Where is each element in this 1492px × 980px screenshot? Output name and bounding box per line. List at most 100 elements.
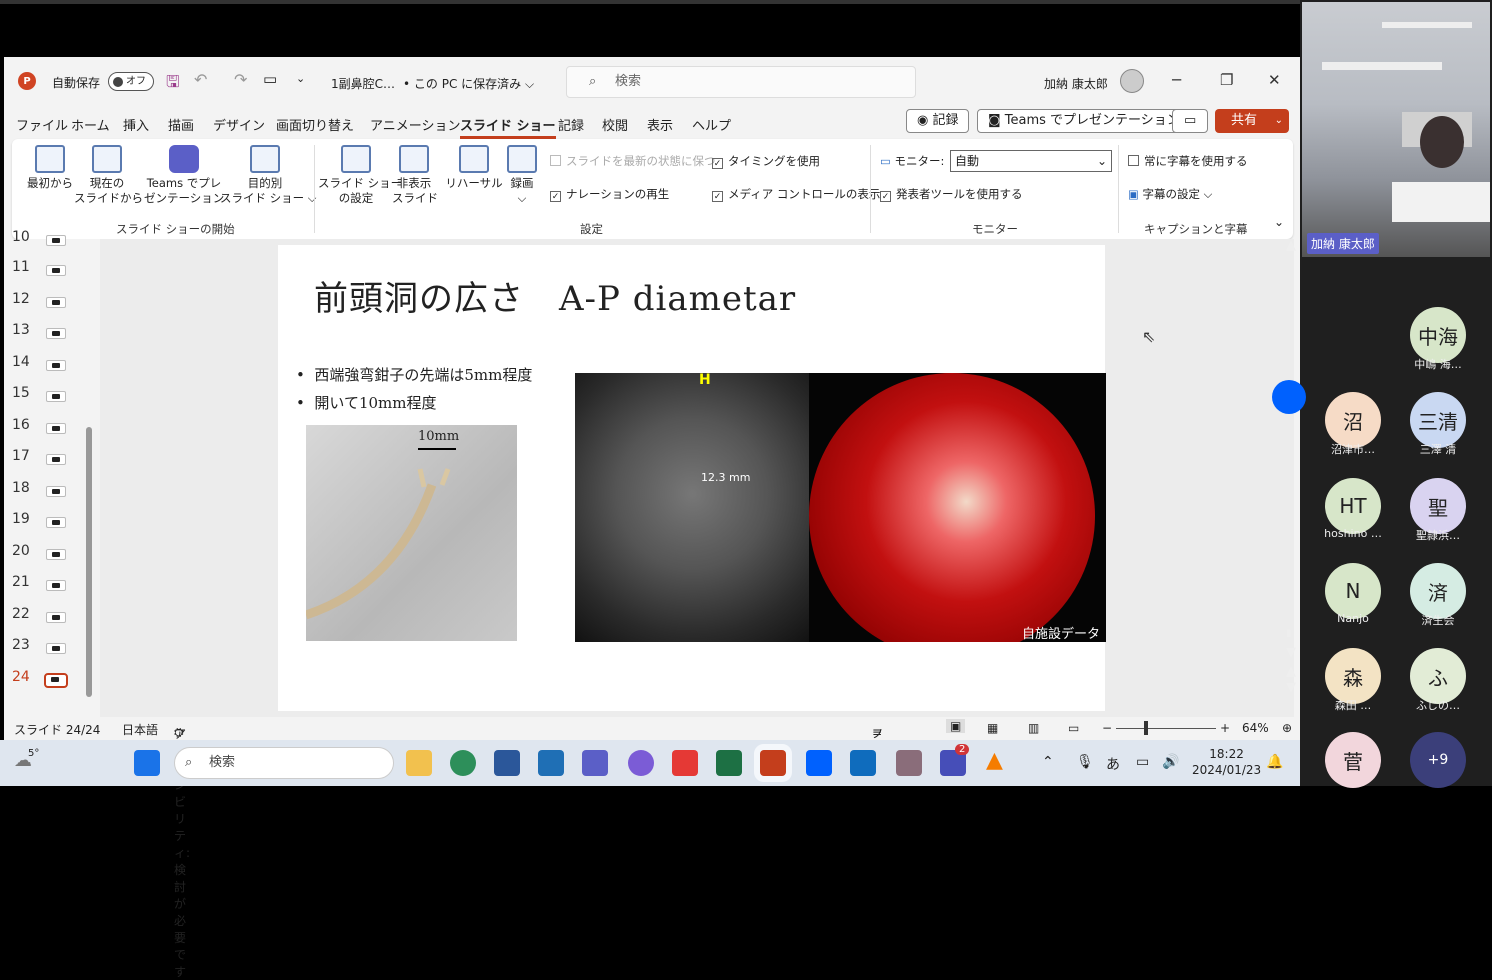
restore-icon[interactable]: ❐ — [1220, 71, 1233, 89]
show-hidden-icons-icon[interactable]: ⌃ — [1042, 754, 1054, 770]
autosave-toggle[interactable]: オフ — [108, 72, 154, 91]
thumbnail-item[interactable]: 10 — [12, 229, 92, 251]
scroll-up-icon[interactable]: ▲ — [1286, 238, 1296, 253]
custom-slideshow-button[interactable]: 目的別 スライド ショー ⌵ — [220, 139, 317, 206]
zoom-in-icon[interactable]: + — [1220, 721, 1230, 735]
thumbnail-item[interactable]: 17 — [12, 448, 92, 470]
start-icon[interactable] — [134, 750, 160, 776]
participant-avatar[interactable]: 聖 — [1410, 478, 1466, 534]
thumbnail-item[interactable]: 14 — [12, 354, 92, 376]
volume-icon[interactable]: 🔊 — [1162, 754, 1179, 770]
thumbnail-item[interactable]: 16 — [12, 417, 92, 439]
keep-slides-updated-checkbox[interactable]: スライドを最新の状態に保つ — [550, 153, 716, 169]
zoom-level[interactable]: 64% — [1242, 721, 1269, 735]
ime-indicator[interactable]: あ — [1106, 754, 1120, 774]
reading-view-icon[interactable]: ▥ — [1028, 721, 1039, 735]
always-use-subtitles-checkbox[interactable]: 常に字幕を使用する — [1128, 153, 1248, 169]
thumbnail-item[interactable]: 11 — [12, 259, 92, 281]
save-status[interactable]: • この PC に保存済み ⌵ — [403, 75, 534, 92]
comments-icon[interactable]: ▭ — [1172, 109, 1208, 133]
tab-slideshow[interactable]: スライド ショー — [460, 115, 556, 139]
tab-design[interactable]: デザイン — [213, 115, 265, 134]
tab-animations[interactable]: アニメーション — [370, 115, 460, 134]
dropbox-floating-icon[interactable] — [1272, 380, 1306, 414]
thumbnail-item[interactable]: 15 — [12, 385, 92, 407]
microphone-icon[interactable]: 🎙 — [1076, 754, 1094, 770]
tab-transitions[interactable]: 画面切り替え — [276, 115, 354, 134]
user-avatar[interactable] — [1120, 69, 1144, 93]
subtitle-settings-button[interactable]: ▣ 字幕の設定 ⌵ — [1128, 186, 1212, 202]
close-icon[interactable]: ✕ — [1268, 71, 1281, 89]
tab-insert[interactable]: 挿入 — [123, 115, 149, 134]
vlc-icon[interactable]: ▲ — [986, 748, 1003, 773]
participant-avatar[interactable]: HT — [1325, 478, 1381, 534]
store-icon[interactable] — [538, 750, 564, 776]
thumbnail-item[interactable]: 22 — [12, 606, 92, 628]
monitor-select[interactable]: 自動 ⌄ — [950, 150, 1112, 172]
participant-avatar[interactable]: 沼 — [1325, 392, 1381, 448]
hide-slide-button[interactable]: 非表示 スライド — [392, 139, 438, 206]
zoom-slider[interactable] — [1116, 728, 1216, 729]
participant-avatar[interactable]: ふ — [1410, 648, 1466, 704]
forceps-photo[interactable]: 10mm — [306, 425, 517, 641]
redo-icon[interactable]: ↷ — [234, 70, 247, 89]
participant-avatar[interactable]: 森 — [1325, 648, 1381, 704]
thumbnail-item[interactable]: 20 — [12, 543, 92, 565]
mail-icon[interactable] — [672, 750, 698, 776]
taskbar-search[interactable]: ⌕ 検索 — [174, 747, 394, 779]
word-icon[interactable] — [494, 750, 520, 776]
presenter-video[interactable] — [1302, 2, 1490, 257]
outlook-icon[interactable] — [850, 750, 876, 776]
thumbnail-item-current[interactable]: 24 — [12, 669, 92, 691]
customize-qat-chevron-icon[interactable]: ⌄ — [296, 72, 305, 85]
powerpoint-icon[interactable] — [760, 750, 786, 776]
present-teams-ribbon-button[interactable]: Teams でプレ ゼンテーション — [144, 139, 224, 206]
use-timings-checkbox[interactable]: ✓ タイミングを使用 — [712, 153, 820, 169]
slide-sorter-icon[interactable]: ▦ — [987, 721, 998, 735]
participant-avatar[interactable]: 菅 — [1325, 732, 1381, 788]
rehearse-button[interactable]: リハーサル — [444, 139, 504, 191]
tab-file[interactable]: ファイル — [16, 115, 68, 134]
slideshow-view-icon[interactable]: ▭ — [1068, 721, 1079, 735]
endoscope-image[interactable]: 自施設データ — [809, 373, 1106, 642]
scrollbar-thumb[interactable] — [86, 427, 92, 697]
file-explorer-icon[interactable] — [406, 750, 432, 776]
thumbnail-item[interactable]: 12 — [12, 291, 92, 313]
file-name[interactable]: 1副鼻腔C… — [331, 75, 395, 92]
from-current-button[interactable]: 現在の スライドから — [74, 139, 143, 206]
slide-canvas[interactable]: 前頭洞の広さ A-P diametar • 西端強弯鉗子の先端は5mm程度 • … — [278, 245, 1106, 711]
setup-slideshow-button[interactable]: スライド ショー の設定 — [318, 139, 402, 206]
undo-icon[interactable]: ↶ — [194, 70, 207, 89]
thumbnail-scrollbar[interactable] — [86, 242, 92, 710]
excel-icon[interactable] — [716, 750, 742, 776]
edge-icon[interactable] — [450, 750, 476, 776]
normal-view-icon[interactable]: ▣ — [946, 719, 966, 733]
record-button[interactable]: ◉ 記録 — [906, 109, 970, 133]
from-beginning-button[interactable]: 最初から — [18, 139, 82, 191]
teams-icon[interactable] — [582, 750, 608, 776]
record-ribbon-button[interactable]: 録画 ⌵ — [504, 139, 540, 206]
scroll-up-small-icon[interactable]: ▲ — [1286, 664, 1296, 679]
thumbnail-item[interactable]: 19 — [12, 511, 92, 533]
scroll-down-icon[interactable]: ▼ — [1286, 645, 1296, 660]
slide-bullets[interactable]: • 西端強弯鉗子の先端は5mm程度 • 開いて10mm程度 — [296, 361, 532, 417]
participant-avatar[interactable]: 中海 — [1410, 307, 1466, 363]
present-from-start-icon[interactable]: ▭ — [263, 70, 277, 88]
clock[interactable]: 18:22 2024/01/23 — [1192, 746, 1261, 778]
notification-icon[interactable]: 🔔 — [1266, 754, 1283, 770]
minimize-icon[interactable]: ─ — [1172, 71, 1181, 89]
save-icon[interactable]: 🖫 — [166, 71, 180, 98]
scroll-down-small-icon[interactable]: ▼ — [1286, 680, 1296, 695]
copilot-icon[interactable] — [628, 750, 654, 776]
search-box[interactable]: ⌕ 検索 — [566, 66, 916, 98]
tab-help[interactable]: ヘルプ — [692, 115, 731, 134]
thumbnail-item[interactable]: 13 — [12, 322, 92, 344]
network-icon[interactable]: ▭ — [1136, 754, 1149, 770]
tab-record[interactable]: 記録 — [558, 115, 584, 134]
tab-home[interactable]: ホーム — [71, 115, 110, 134]
show-media-controls-checkbox[interactable]: ✓ メディア コントロールの表示 — [712, 186, 880, 202]
dropbox-icon[interactable] — [806, 750, 832, 776]
language[interactable]: 日本語 — [122, 721, 158, 738]
screen-share-icon[interactable] — [896, 750, 922, 776]
share-button[interactable]: 共有 ⌄ — [1215, 109, 1289, 133]
